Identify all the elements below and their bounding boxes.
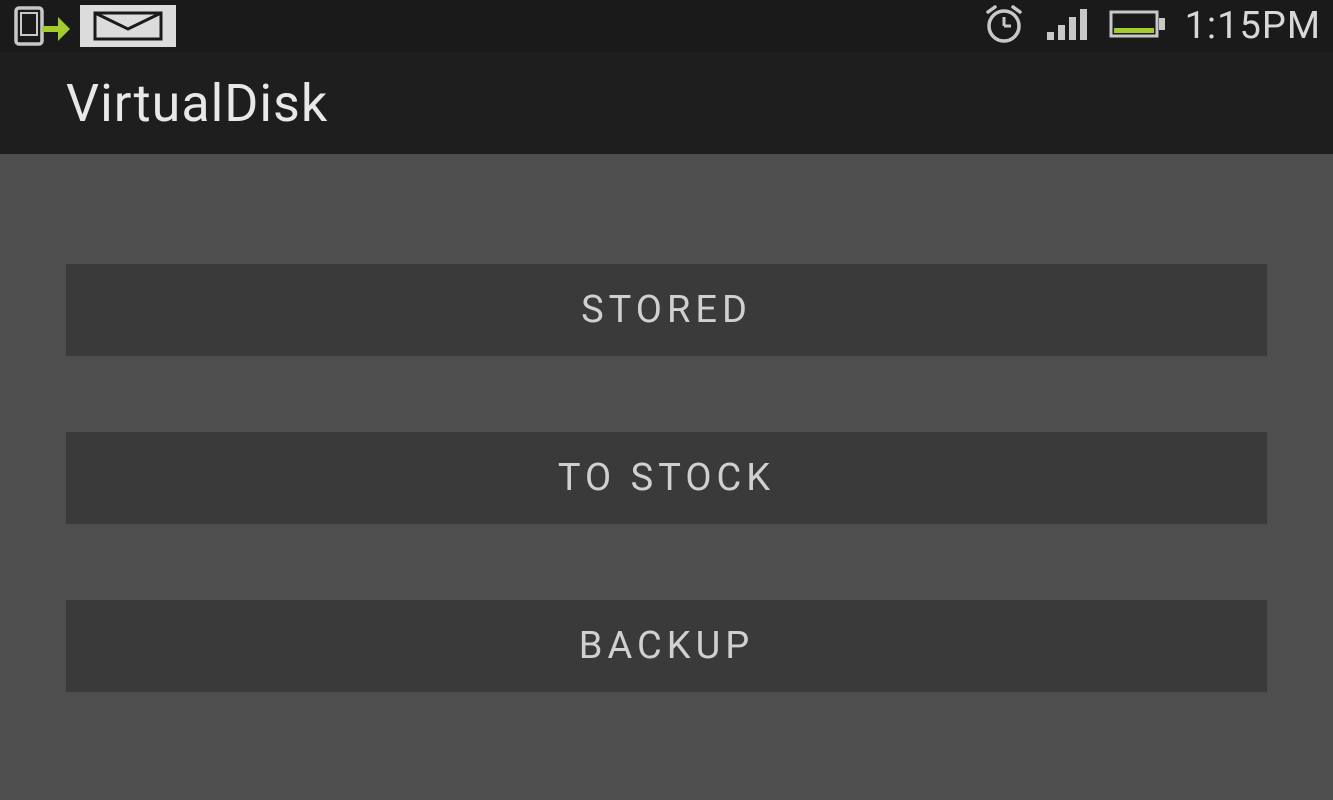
clock: 1:15PM bbox=[1185, 4, 1321, 48]
status-right: 1:15PM bbox=[981, 4, 1321, 48]
main-content: STORED TO STOCK BACKUP bbox=[0, 154, 1333, 692]
stored-button[interactable]: STORED bbox=[66, 264, 1267, 356]
mail-icon bbox=[80, 5, 176, 47]
battery-icon bbox=[1109, 8, 1167, 44]
app-bar: VirtualDisk bbox=[0, 52, 1333, 154]
status-bar: 1:15PM bbox=[0, 0, 1333, 52]
app-title: VirtualDisk bbox=[66, 73, 328, 134]
alarm-icon bbox=[981, 4, 1027, 48]
signal-icon bbox=[1045, 6, 1091, 46]
phone-sync-icon bbox=[12, 5, 70, 47]
to-stock-button[interactable]: TO STOCK bbox=[66, 432, 1267, 524]
backup-button[interactable]: BACKUP bbox=[66, 600, 1267, 692]
status-left bbox=[12, 5, 176, 47]
